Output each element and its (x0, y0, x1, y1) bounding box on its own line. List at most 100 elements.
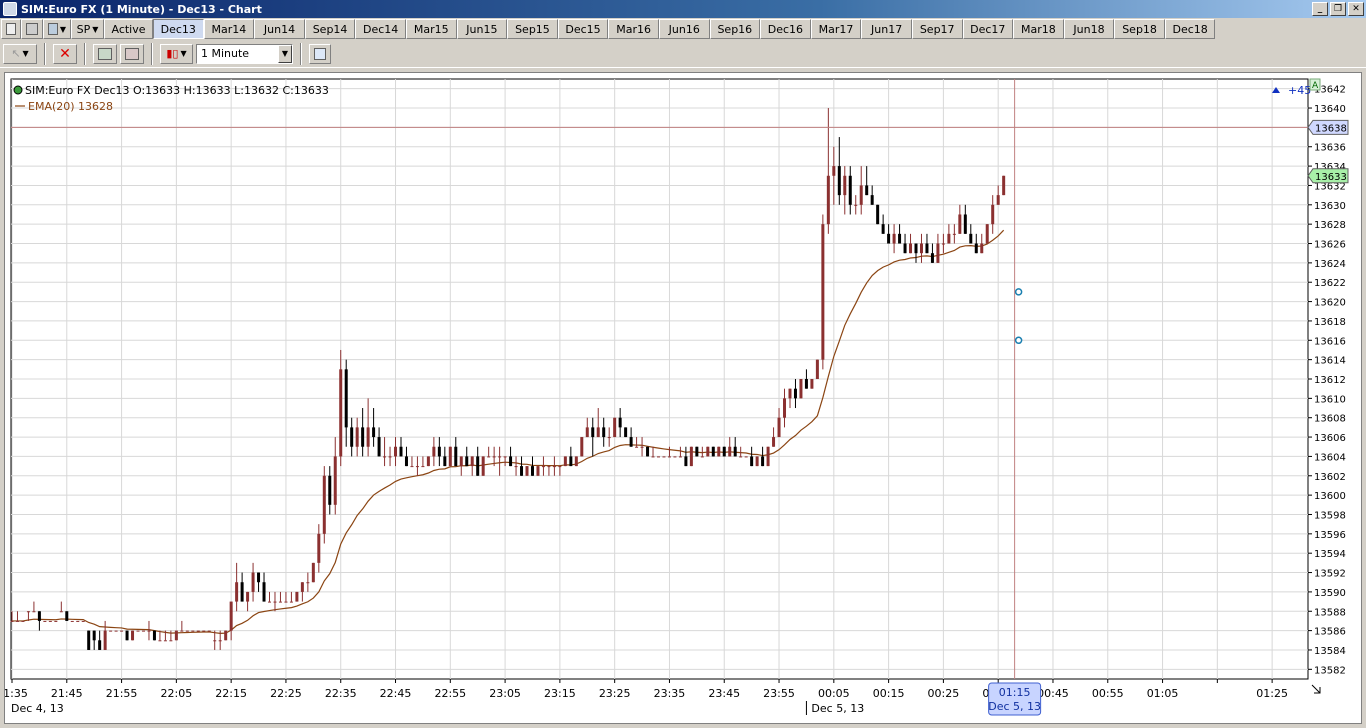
minimize-button[interactable]: _ (1312, 2, 1328, 16)
candle-body (273, 601, 277, 603)
candle-body (432, 446, 436, 457)
restore-button[interactable]: ❐ (1330, 2, 1346, 16)
new-chart-button[interactable] (1, 19, 21, 39)
candle-body (410, 466, 414, 468)
tab-jun14[interactable]: Jun14 (254, 19, 305, 39)
tab-jun18[interactable]: Jun18 (1063, 19, 1115, 39)
candle-body (465, 456, 469, 467)
candle-body (700, 456, 704, 458)
candle-body (131, 630, 135, 641)
tab-dec15[interactable]: Dec15 (557, 19, 609, 39)
candle-body (202, 630, 206, 632)
candle-body (1002, 175, 1006, 196)
candle-body (339, 369, 343, 457)
tab-mar17[interactable]: Mar17 (810, 19, 862, 39)
x-tick-label: 23:55 (763, 687, 795, 700)
tab-dec17[interactable]: Dec17 (962, 19, 1014, 39)
candle-body (415, 466, 419, 468)
candle-body (832, 166, 836, 176)
tab-dec13[interactable]: Dec13 (153, 19, 204, 39)
tools-icon (48, 23, 58, 35)
tab-dec14[interactable]: Dec14 (355, 19, 406, 39)
close-button[interactable]: ✕ (1348, 2, 1364, 16)
tab-dec18[interactable]: Dec18 (1164, 19, 1216, 39)
y-tick-label: 13626 (1314, 240, 1346, 251)
zoom-in-icon (98, 47, 112, 60)
candle-body (755, 456, 759, 467)
tab-mar16[interactable]: Mar16 (608, 19, 659, 39)
candle-body (366, 427, 370, 447)
candle-body (443, 456, 447, 467)
tab-dec16[interactable]: Dec16 (760, 19, 811, 39)
y-tick-label: 13584 (1314, 646, 1346, 657)
candle-body (10, 620, 14, 622)
candle-body (783, 398, 787, 418)
tab-mar14[interactable]: Mar14 (203, 19, 255, 39)
y-tick-label: 13612 (1314, 375, 1346, 386)
candle-body (350, 427, 354, 447)
candle-body (185, 630, 189, 632)
chart-panel[interactable]: 13582 13584 13586 13588 13590 13592 13594 13596… (0, 72, 1362, 724)
y-tick-label: 13596 (1314, 530, 1346, 541)
candle-body (596, 427, 600, 438)
instrument-dropdown[interactable]: SP ▼ (71, 19, 104, 39)
toolbar-separator (151, 42, 153, 65)
zoom-out-button[interactable] (120, 43, 144, 64)
candle-body (695, 446, 699, 457)
zoom-in-button[interactable] (93, 43, 117, 64)
delete-button[interactable]: ✕ (53, 43, 77, 64)
tab-jun15[interactable]: Jun15 (456, 19, 508, 39)
candle-body (328, 475, 332, 505)
candle-body (525, 466, 529, 476)
interval-select[interactable]: 1 Minute ▼ (196, 43, 293, 64)
price-chart[interactable]: 13582 13584 13586 13588 13590 13592 13594 13596… (0, 73, 1361, 723)
candle-body (919, 243, 923, 254)
print-button[interactable] (21, 19, 43, 39)
candle-body (651, 456, 655, 458)
candle-body (87, 630, 91, 650)
candle-body (26, 611, 30, 613)
contract-tabs: Active Dec13 Mar14 Jun14 Sep14 Dec14 Mar15 Jun1… (104, 19, 1216, 39)
candle-body (120, 630, 124, 632)
properties-button[interactable] (309, 43, 331, 64)
chevron-down-icon: ▼ (278, 44, 292, 63)
candle-body (268, 601, 272, 603)
tab-mar15[interactable]: Mar15 (405, 19, 457, 39)
candle-body (733, 446, 737, 457)
tools-dropdown[interactable]: ▼ (43, 19, 71, 39)
tab-mar18[interactable]: Mar18 (1013, 19, 1064, 39)
tab-active[interactable]: Active (104, 19, 153, 39)
chart-style-dropdown[interactable]: ▮▯ ▼ (160, 43, 193, 64)
candle-body (898, 233, 902, 244)
tab-sep14[interactable]: Sep14 (304, 19, 356, 39)
candle-body (914, 243, 918, 254)
candle-body (903, 243, 907, 254)
chart-icon (6, 23, 16, 35)
candle-body (887, 233, 891, 244)
tab-sep16[interactable]: Sep16 (709, 19, 761, 39)
candle-body (925, 243, 929, 254)
candle-body (520, 466, 524, 476)
cursor-time-label: 01:15 (999, 686, 1031, 699)
candle-body (717, 446, 721, 457)
candle-body (54, 620, 58, 622)
candle-body (848, 175, 852, 205)
app-icon (3, 2, 17, 16)
candle-body (991, 204, 995, 225)
candle-body (251, 572, 255, 592)
tab-sep15[interactable]: Sep15 (507, 19, 558, 39)
candle-body (163, 640, 167, 642)
candle-body (278, 601, 282, 603)
tab-sep17[interactable]: Sep17 (911, 19, 963, 39)
x-tick-label: 22:15 (215, 687, 247, 700)
candle-body (881, 224, 885, 234)
candle-body (295, 591, 299, 602)
tab-jun16[interactable]: Jun16 (658, 19, 710, 39)
cursor-dropdown[interactable]: ↖ ▼ (3, 43, 37, 64)
candlestick-icon: ▮▯ (166, 47, 179, 60)
tab-sep18[interactable]: Sep18 (1114, 19, 1165, 39)
y-tick-label: 13614 (1314, 356, 1346, 367)
x-tick-label: 22:35 (325, 687, 357, 700)
candle-body (958, 214, 962, 234)
tab-jun17[interactable]: Jun17 (861, 19, 912, 39)
